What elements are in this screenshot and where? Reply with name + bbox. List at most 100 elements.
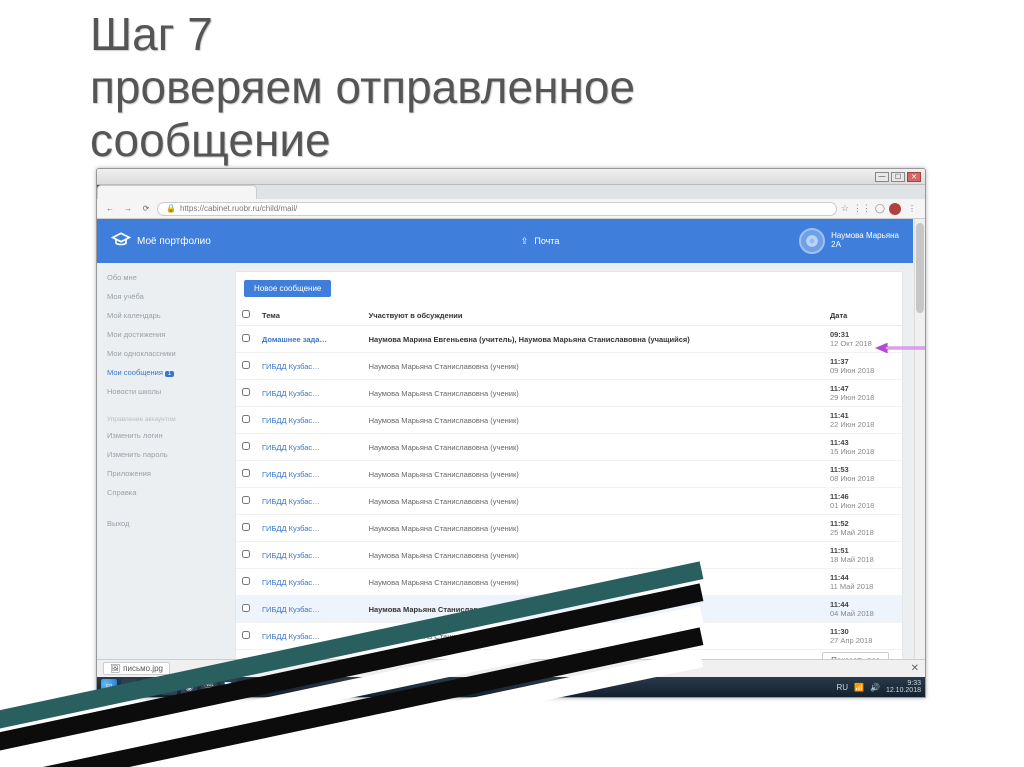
row-checkbox[interactable] [242,469,250,477]
downloaded-file-chip[interactable]: 🖼 письмо.jpg [103,662,170,675]
table-row[interactable]: ГИБДД Кузбас…Наумова Марьяна Станиславов… [236,569,902,596]
row-checkbox[interactable] [242,631,250,639]
row-checkbox[interactable] [242,523,250,531]
download-filename: письмо.jpg [123,664,163,673]
table-row[interactable]: ГИБДД Кузбас…Наумова Марьяна Станиславов… [236,380,902,407]
row-participants: Наумова Марьяна Станиславовна (ученик) [363,515,824,542]
nav-forward-button[interactable]: → [121,202,135,216]
window-titlebar: — ☐ ✕ [97,169,925,185]
sidebar-logout[interactable]: Выход [107,517,227,530]
row-topic: Домашнее зада… [256,326,363,353]
extensions-icon[interactable]: ⋮⋮ [853,203,871,214]
row-topic: ГИБДД Кузбас… [256,596,363,623]
table-row[interactable]: Домашнее зада…Наумова Марина Евгеньевна … [236,326,902,353]
row-date: 11:4601 Июн 2018 [824,488,902,515]
user-avatar-icon [799,228,825,254]
window-maximize-button[interactable]: ☐ [891,172,905,182]
sidebar-item[interactable]: Мои сообщения1 [107,366,227,379]
profile-avatar-icon[interactable] [889,203,901,215]
row-checkbox[interactable] [242,442,250,450]
table-row[interactable]: ГИБДД Кузбас…Наумова Марьяна Станиславов… [236,353,902,380]
graduation-cap-icon [111,230,131,253]
taskbar-chrome-icon[interactable]: ◉ [181,679,197,695]
table-row[interactable]: ГИБДД Кузбас…Наумова Марьяна Станиславов… [236,488,902,515]
sidebar-item[interactable]: Мои достижения [107,328,227,341]
sidebar-item[interactable]: Мой календарь [107,309,227,322]
tray-time: 9:33 [907,680,921,687]
extension-icon[interactable]: ◯ [875,203,885,214]
header-mail-tab[interactable]: ⇪ Почта [281,236,799,247]
header-user-block[interactable]: Наумова Марьяна 2А [799,228,899,254]
row-participants: Наумова Марьяна Станиславовна (ученик) [363,353,824,380]
col-participants: Участвуют в обсуждении [363,305,824,326]
row-checkbox[interactable] [242,550,250,558]
row-checkbox[interactable] [242,577,250,585]
row-participants: Наумова Марина Евгеньевна (учитель), Нау… [363,326,824,353]
sidebar-item[interactable]: Обо мне [107,271,227,284]
tray-date: 12.10.2018 [886,687,921,694]
sidebar-item[interactable]: Приложения [107,467,227,480]
tray-lang[interactable]: RU [836,683,848,692]
row-checkbox[interactable] [242,334,250,342]
sidebar-item[interactable]: Изменить пароль [107,448,227,461]
messages-table: Тема Участвуют в обсуждении Дата Домашне… [236,305,902,677]
title-line1: Шаг 7 [90,8,984,61]
row-participants: Наумова Марьяна Станиславовна (ученик) [363,542,824,569]
table-row[interactable]: ГИБДД Кузбас…Наумова Марьяна Станиславов… [236,461,902,488]
star-icon[interactable]: ☆ [841,203,849,214]
taskbar-app-icon[interactable]: ✿ [121,679,137,695]
browser-tab[interactable] [97,185,257,199]
slide-title: Шаг 7 проверяем отправленное сообщение [90,8,984,167]
table-row[interactable]: ГИБДД Кузбас…Наумова Марьяна Станиславов… [236,407,902,434]
row-topic: ГИБДД Кузбас… [256,515,363,542]
row-participants: Наумова Марьяна Станиславовна (ученик) [363,461,824,488]
sidebar-item[interactable]: Мои одноклассники [107,347,227,360]
toolbar-right-icons: ☆ ⋮⋮ ◯ [841,203,885,214]
tray-network-icon[interactable]: 📶 [854,683,864,692]
table-row[interactable]: ГИБДД Кузбас…Наумова Марьяна Станиславов… [236,596,902,623]
row-checkbox[interactable] [242,361,250,369]
sidebar-item[interactable]: Справка [107,486,227,499]
title-line3: сообщение [90,114,984,167]
window-minimize-button[interactable]: — [875,172,889,182]
windows-taskbar: ⊞ ✿ 📁 📞 ◉ 🎬 📄 RU 📶 🔊 9:33 12.10.2018 [97,677,925,697]
select-all-checkbox[interactable] [242,310,250,318]
download-shelf-close-icon[interactable]: ✕ [911,663,919,674]
row-date: 11:4411 Май 2018 [824,569,902,596]
taskbar-app-icon[interactable]: 📁 [141,679,157,695]
sidebar-item[interactable]: Новости школы [107,385,227,398]
row-topic: ГИБДД Кузбас… [256,623,363,650]
menu-icon[interactable]: ⋮ [905,202,919,216]
user-class: 2А [831,241,899,250]
share-icon: ⇪ [521,236,529,247]
address-bar[interactable]: 🔒 https://cabinet.ruobr.ru/child/mail/ [157,202,837,216]
row-participants: Наумова Марьяна Станиславовна (ученик) [363,596,824,623]
title-line2: проверяем отправленное [90,61,984,114]
taskbar-app-icon[interactable]: 🎬 [201,679,217,695]
table-row[interactable]: ГИБДД Кузбас…Наумова Марьяна Станиславов… [236,542,902,569]
row-checkbox[interactable] [242,388,250,396]
tray-sound-icon[interactable]: 🔊 [870,683,880,692]
nav-reload-button[interactable]: ⟳ [139,202,153,216]
sidebar-item[interactable]: Изменить логин [107,429,227,442]
taskbar-app-icon[interactable]: 📞 [161,679,177,695]
sidebar-nav: Обо мне Моя учёба Мой календарь Мои достиже… [107,271,227,530]
row-checkbox[interactable] [242,604,250,612]
tray-clock[interactable]: 9:33 12.10.2018 [886,680,921,694]
table-row[interactable]: ГИБДД Кузбас…Наумова Марьяна Станиславов… [236,515,902,542]
taskbar-app-icon[interactable]: 📄 [221,679,237,695]
table-row[interactable]: ГИБДД Кузбас…Наумова Марьяна Станиславов… [236,434,902,461]
start-button[interactable]: ⊞ [101,679,117,695]
brand[interactable]: Моё портфолио [111,230,281,253]
page-scrollbar[interactable] [914,219,925,677]
row-participants: Наумова Марьяна Станиславовна (ученик) [363,407,824,434]
sidebar-item[interactable]: Моя учёба [107,290,227,303]
nav-back-button[interactable]: ← [103,202,117,216]
row-checkbox[interactable] [242,496,250,504]
window-close-button[interactable]: ✕ [907,172,921,182]
new-message-button[interactable]: Новое сообщение [244,280,331,297]
table-row[interactable]: ГИБДД Кузбас…Наумова Марьяна Станиславов… [236,623,902,650]
sidebar-badge: 1 [165,371,174,377]
row-checkbox[interactable] [242,415,250,423]
scrollbar-thumb[interactable] [916,223,924,313]
